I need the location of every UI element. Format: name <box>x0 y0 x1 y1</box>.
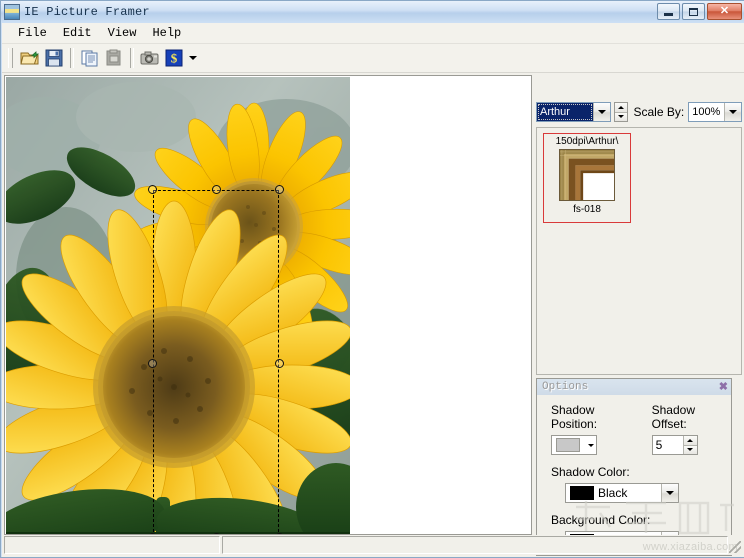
menu-item-edit[interactable]: Edit <box>55 24 100 42</box>
maximize-icon <box>689 7 698 16</box>
chevron-down-icon <box>188 56 197 60</box>
selection-handle-top-right[interactable] <box>275 185 284 194</box>
shadow-color-group: Shadow Color: Black <box>551 465 721 503</box>
menu-item-view[interactable]: View <box>100 24 145 42</box>
selection-handle-top-center[interactable] <box>211 185 221 194</box>
scale-by-label: Scale By: <box>633 105 685 119</box>
scale-dropdown-button[interactable] <box>724 103 741 121</box>
scale-value: 100% <box>692 106 721 118</box>
price-button[interactable]: $ <box>162 47 186 70</box>
shadow-offset-group: Shadow Offset: 5 <box>651 403 721 455</box>
minimize-button[interactable] <box>657 3 680 20</box>
options-title: Options <box>542 381 589 393</box>
shadow-position-dropdown-button[interactable] <box>584 436 597 454</box>
caret-down-icon <box>687 448 694 452</box>
caret-up-icon <box>687 438 694 442</box>
caret-down-icon <box>617 115 624 119</box>
frame-category-spinner[interactable] <box>613 102 628 122</box>
window-frame: IE Picture Framer ✕ File Edit View Help … <box>0 0 744 558</box>
spinner-up-button[interactable] <box>614 103 627 113</box>
shadow-position-label: Shadow Position: <box>551 403 598 431</box>
app-icon <box>4 4 20 20</box>
shadow-offset-value[interactable]: 5 <box>653 438 683 452</box>
toolbar-overflow-button[interactable] <box>186 47 199 70</box>
canvas-pane[interactable] <box>4 75 532 535</box>
toolbar: $ <box>2 44 744 73</box>
toolbar-separator <box>70 48 74 68</box>
background-color-label: Background Color: <box>551 513 651 527</box>
options-panel: Options ✖ Shadow Position: Shadow Offset… <box>536 378 732 556</box>
frames-toolbar: Arthur Scale By: 100% <box>536 101 742 123</box>
price-dollar-icon: $ <box>165 49 183 67</box>
status-pane-right <box>222 536 728 554</box>
shadow-offset-spinner[interactable] <box>682 436 697 454</box>
maximize-button[interactable] <box>682 3 705 20</box>
spinner-down-button[interactable] <box>614 112 627 121</box>
frame-category-dropdown-button[interactable] <box>592 103 610 121</box>
shadow-color-swatch <box>570 486 594 500</box>
frame-category-value: Arthur <box>537 103 593 121</box>
selection-handle-top-left[interactable] <box>148 185 157 194</box>
scale-combo[interactable]: 100% <box>688 102 742 122</box>
copy-button[interactable] <box>78 47 102 70</box>
application-window: IE Picture Framer ✕ File Edit View Help … <box>0 0 744 558</box>
frame-thumbnail-list[interactable]: 150dpi\Arthur\ fs-018 <box>536 127 742 375</box>
paste-button <box>102 47 126 70</box>
close-icon: ✕ <box>719 5 730 17</box>
shadow-position-group: Shadow Position: <box>551 403 630 455</box>
status-pane-left <box>4 536 220 554</box>
selection-rectangle[interactable] <box>148 185 284 534</box>
toolbar-separator <box>130 48 134 68</box>
camera-icon <box>140 51 159 65</box>
chevron-down-icon <box>597 110 606 114</box>
frame-thumbnail-name: fs-018 <box>573 204 601 215</box>
options-title-bar[interactable]: Options ✖ <box>537 379 731 395</box>
client-area: File Edit View Help $ Arthur Scale By: 1… <box>2 23 744 557</box>
frame-thumbnail-item[interactable]: 150dpi\Arthur\ fs-018 <box>543 133 631 223</box>
shadow-offset-label: Shadow Offset: <box>651 403 695 431</box>
spinner-down-button[interactable] <box>683 445 697 454</box>
selection-border <box>153 190 279 534</box>
options-body: Shadow Position: Shadow Offset: 5 Shadow… <box>537 395 731 551</box>
chevron-down-icon <box>587 443 594 447</box>
frame-preview-image <box>559 149 615 201</box>
save-button[interactable] <box>42 47 66 70</box>
menu-item-help[interactable]: Help <box>144 24 189 42</box>
svg-text:$: $ <box>171 51 178 66</box>
close-button[interactable]: ✕ <box>707 3 742 20</box>
shadow-color-combo[interactable]: Black <box>565 483 679 503</box>
selection-handle-middle-right[interactable] <box>275 359 284 368</box>
chevron-down-icon <box>666 491 674 495</box>
shadow-position-swatch <box>556 438 580 452</box>
open-button[interactable] <box>18 47 42 70</box>
caret-up-icon <box>617 105 624 109</box>
window-controls: ✕ <box>657 3 742 20</box>
menu-bar: File Edit View Help <box>2 23 744 44</box>
shadow-offset-stepper[interactable]: 5 <box>651 435 698 455</box>
toolbar-grip[interactable] <box>8 48 13 68</box>
selection-handle-middle-left[interactable] <box>148 359 157 368</box>
shadow-color-dropdown-button[interactable] <box>661 484 678 502</box>
capture-button[interactable] <box>138 47 162 70</box>
spinner-up-button[interactable] <box>683 436 697 446</box>
frame-category-combo[interactable]: Arthur <box>536 102 611 122</box>
frame-thumbnail-path: 150dpi\Arthur\ <box>555 136 619 147</box>
minimize-icon <box>664 12 673 16</box>
save-floppy-icon <box>45 49 63 67</box>
close-icon[interactable]: ✖ <box>719 381 728 393</box>
shadow-position-combo[interactable] <box>551 435 597 455</box>
title-bar[interactable]: IE Picture Framer ✕ <box>1 1 744 23</box>
window-title: IE Picture Framer <box>24 5 150 19</box>
shadow-color-label: Shadow Color: <box>551 465 630 479</box>
shadow-color-value: Black <box>598 486 628 500</box>
status-bar <box>3 535 743 555</box>
open-folder-icon <box>20 51 40 65</box>
frame-corner-graphic <box>560 150 614 200</box>
sunflowers-photo[interactable] <box>6 77 350 534</box>
menu-item-file[interactable]: File <box>10 24 55 42</box>
paste-icon <box>106 49 121 66</box>
resize-grip-icon[interactable] <box>729 535 743 555</box>
chevron-down-icon <box>729 110 737 114</box>
copy-icon <box>81 50 98 67</box>
